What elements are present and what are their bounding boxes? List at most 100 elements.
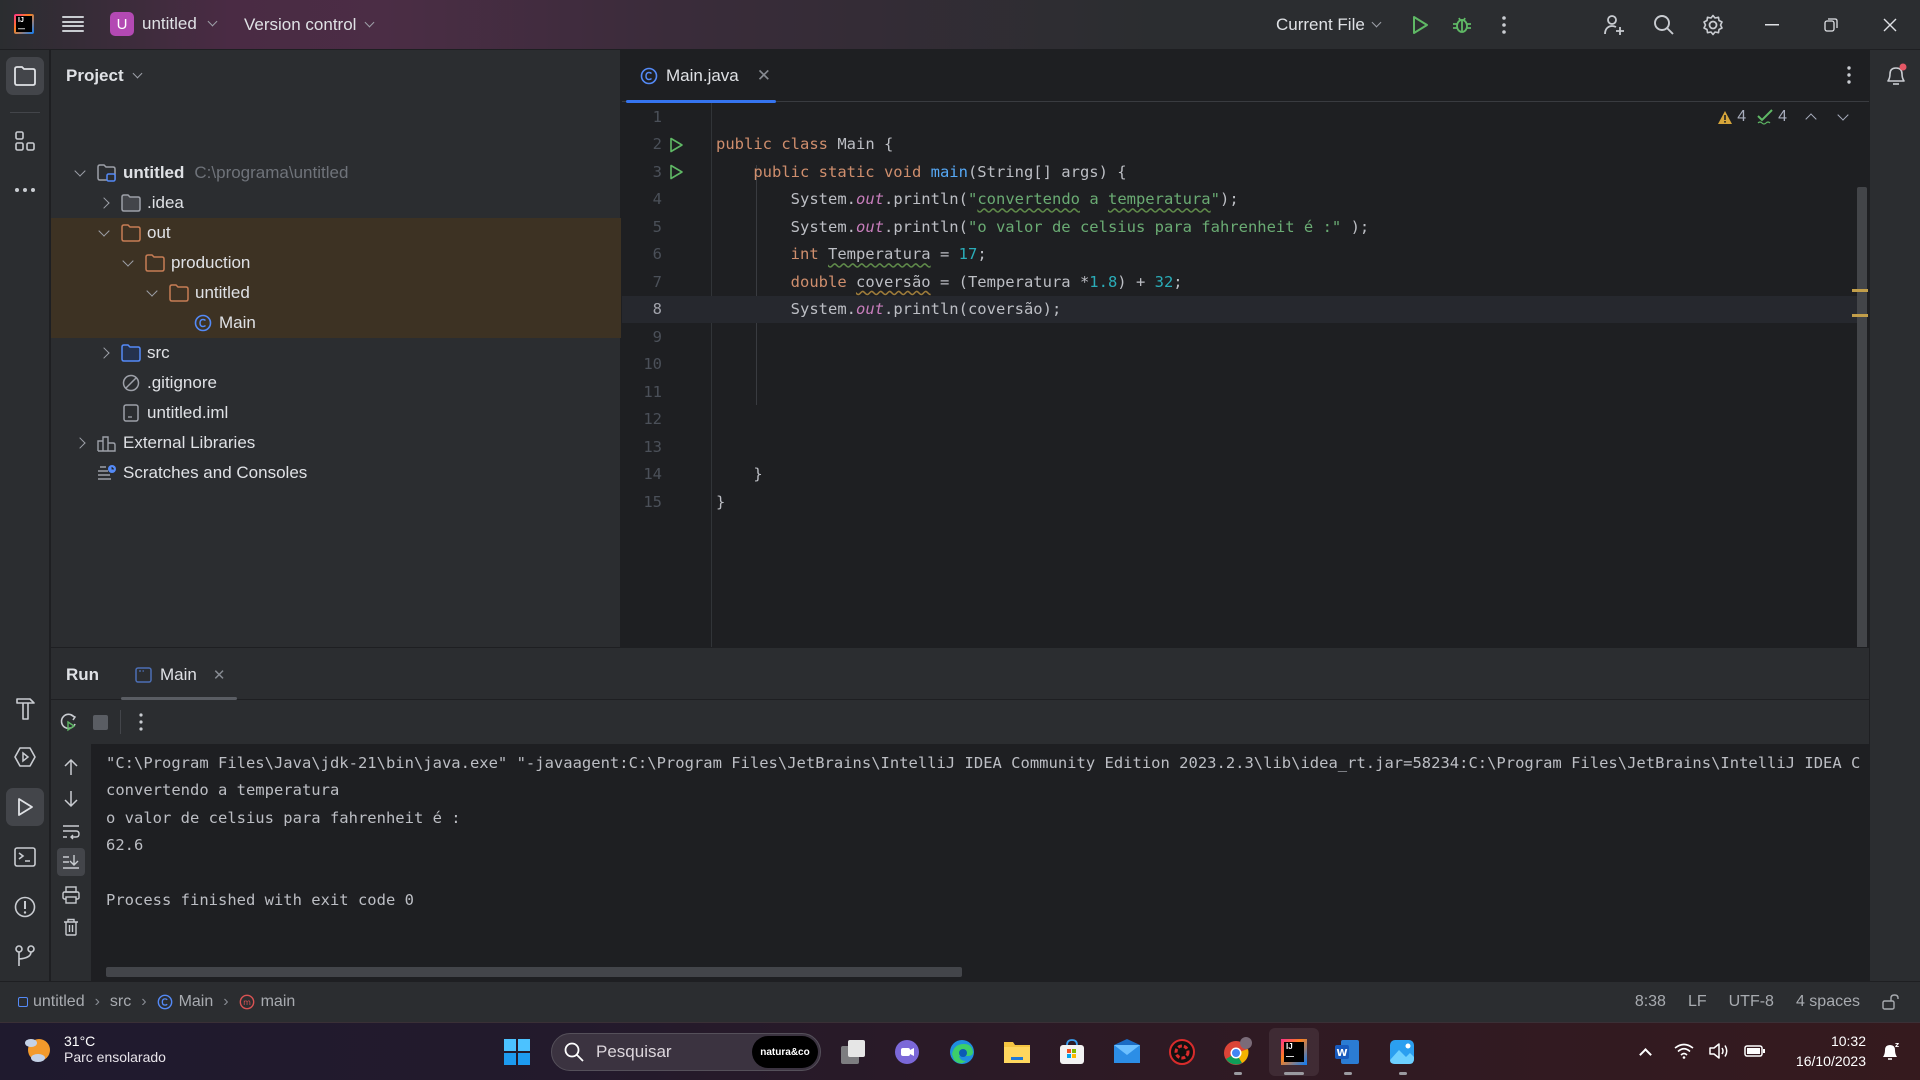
taskbar-app-teams-chat[interactable] <box>890 1035 924 1069</box>
more-tools-button[interactable] <box>6 171 44 209</box>
problems-tool-button[interactable] <box>6 888 44 926</box>
run-tab-main[interactable]: Main ✕ <box>135 665 225 685</box>
unlock-icon[interactable] <box>1882 994 1900 1010</box>
structure-tool-button[interactable] <box>6 122 44 160</box>
chevron-down-icon[interactable] <box>121 256 135 270</box>
more-actions-button[interactable] <box>1492 13 1516 37</box>
breadcrumb-item-class[interactable]: Main <box>157 993 213 1011</box>
inspection-widget[interactable]: 4 4 <box>1717 108 1849 126</box>
clock[interactable]: 10:32 16/10/2023 <box>1796 1031 1866 1071</box>
weather-widget[interactable]: 31°C Parc ensolarado <box>22 1033 166 1065</box>
chevron-down-icon[interactable] <box>97 226 111 240</box>
taskbar-app-driver-booster[interactable] <box>1165 1035 1199 1069</box>
code-area[interactable]: 1 2 public class Main {3 public static voi… <box>622 103 1869 647</box>
clear-console-button[interactable] <box>63 918 79 941</box>
settings-button[interactable] <box>1701 13 1725 37</box>
code-line[interactable]: 1 <box>622 103 1862 131</box>
run-more-button[interactable] <box>139 713 143 736</box>
code-line[interactable]: 9 <box>622 323 1862 351</box>
main-menu-button[interactable] <box>62 14 84 34</box>
code-line[interactable]: 13 <box>622 433 1862 461</box>
debug-button[interactable] <box>1450 13 1474 37</box>
volume-icon[interactable] <box>1708 1042 1730 1060</box>
warning-stripe-marker[interactable] <box>1852 289 1868 292</box>
editor-vertical-scrollbar[interactable] <box>1857 187 1867 691</box>
tree-item[interactable]: Scratches and Consoles <box>51 458 621 488</box>
tree-item[interactable]: Main <box>51 308 621 338</box>
tree-item[interactable]: External Libraries <box>51 428 621 458</box>
editor-tab-main-java[interactable]: Main.java ✕ <box>622 50 789 103</box>
breadcrumb-item-method[interactable]: m main <box>239 993 295 1011</box>
restore-window-button[interactable] <box>1819 13 1843 37</box>
project-switcher[interactable]: U untitled <box>110 12 218 36</box>
minimize-window-button[interactable] <box>1760 13 1784 37</box>
version-control-menu[interactable]: Version control <box>244 15 375 35</box>
close-window-button[interactable] <box>1878 13 1902 37</box>
tree-item[interactable]: src <box>51 338 621 368</box>
tree-item[interactable]: untitled <box>51 278 621 308</box>
run-gutter-icon[interactable] <box>668 164 684 184</box>
scroll-up-button[interactable] <box>63 758 79 781</box>
breadcrumb-item-project[interactable]: untitled <box>18 993 85 1011</box>
code-line[interactable]: 7 double coversão = (Temperatura *1.8) +… <box>622 268 1862 296</box>
taskbar-app-ms-store[interactable] <box>1055 1035 1089 1069</box>
wifi-icon[interactable] <box>1674 1043 1694 1059</box>
stop-button[interactable] <box>93 715 108 730</box>
close-run-tab-icon[interactable]: ✕ <box>213 666 226 684</box>
git-tool-button[interactable] <box>6 937 44 975</box>
taskbar-search[interactable]: Pesquisar natura&co <box>551 1033 821 1071</box>
editor-tabs-menu-button[interactable] <box>1847 66 1851 89</box>
tree-item[interactable]: untitled C:\programa\untitled <box>51 158 621 188</box>
tree-item[interactable]: .idea <box>51 188 621 218</box>
run-button[interactable] <box>1408 13 1432 37</box>
show-hidden-icons-button[interactable] <box>1639 1047 1652 1061</box>
taskbar-app-edge[interactable] <box>945 1035 979 1069</box>
code-line[interactable]: 15} <box>622 488 1862 516</box>
code-line[interactable]: 8 System.out.println(coversão); <box>622 295 1862 323</box>
search-everywhere-button[interactable] <box>1652 13 1676 37</box>
chevron-down-icon[interactable] <box>73 166 87 180</box>
rerun-button[interactable] <box>59 712 79 737</box>
breadcrumb-item-src[interactable]: src <box>110 993 131 1011</box>
code-line[interactable]: 14 } <box>622 461 1862 489</box>
terminal-tool-button[interactable] <box>6 838 44 876</box>
warning-stripe-marker[interactable] <box>1852 314 1868 317</box>
file-encoding[interactable]: UTF-8 <box>1729 993 1774 1011</box>
tree-item[interactable]: untitled.iml <box>51 398 621 428</box>
start-button[interactable] <box>500 1035 534 1069</box>
chevron-right-icon[interactable] <box>97 346 111 360</box>
run-configuration-selector[interactable]: Current File <box>1276 15 1382 35</box>
indent-settings[interactable]: 4 spaces <box>1796 993 1860 1011</box>
tree-item[interactable]: .gitignore <box>51 368 621 398</box>
scroll-down-button[interactable] <box>63 790 79 813</box>
run-tool-button[interactable] <box>6 788 44 826</box>
code-line[interactable]: 11 <box>622 378 1862 406</box>
code-line[interactable]: 12 <box>622 406 1862 434</box>
console-output[interactable]: "C:\Program Files\Java\jdk-21\bin\java.e… <box>91 744 1869 982</box>
caret-position[interactable]: 8:38 <box>1635 993 1666 1011</box>
next-highlight-button[interactable] <box>1837 109 1849 121</box>
taskbar-app-photos[interactable] <box>1385 1035 1419 1069</box>
chevron-down-icon[interactable] <box>145 286 159 300</box>
services-tool-button[interactable] <box>6 738 44 776</box>
chevron-right-icon[interactable] <box>73 436 87 450</box>
line-separator[interactable]: LF <box>1688 993 1707 1011</box>
notifications-button[interactable] <box>1883 62 1909 93</box>
soft-wrap-button[interactable] <box>62 824 80 845</box>
run-gutter-icon[interactable] <box>668 137 684 157</box>
console-horizontal-scrollbar[interactable] <box>106 967 962 977</box>
scroll-to-end-button[interactable] <box>57 848 85 876</box>
code-line[interactable]: 5 System.out.println("o valor de celsius… <box>622 213 1862 241</box>
tree-item[interactable]: production <box>51 248 621 278</box>
taskbar-app-intellij-idea[interactable]: IJ — <box>1269 1028 1319 1076</box>
battery-icon[interactable] <box>1744 1044 1766 1058</box>
code-line[interactable]: 6 int Temperatura = 17; <box>622 241 1862 269</box>
code-line[interactable]: 4 System.out.println("convertendo a temp… <box>622 186 1862 214</box>
taskbar-app-word[interactable]: W <box>1330 1035 1364 1069</box>
project-tool-button[interactable] <box>6 57 44 95</box>
code-line[interactable]: 2 public class Main { <box>622 131 1862 159</box>
code-with-me-button[interactable] <box>1602 13 1626 37</box>
chevron-right-icon[interactable] <box>97 196 111 210</box>
taskbar-app-chrome[interactable] <box>1220 1035 1254 1069</box>
code-line[interactable]: 10 <box>622 351 1862 379</box>
